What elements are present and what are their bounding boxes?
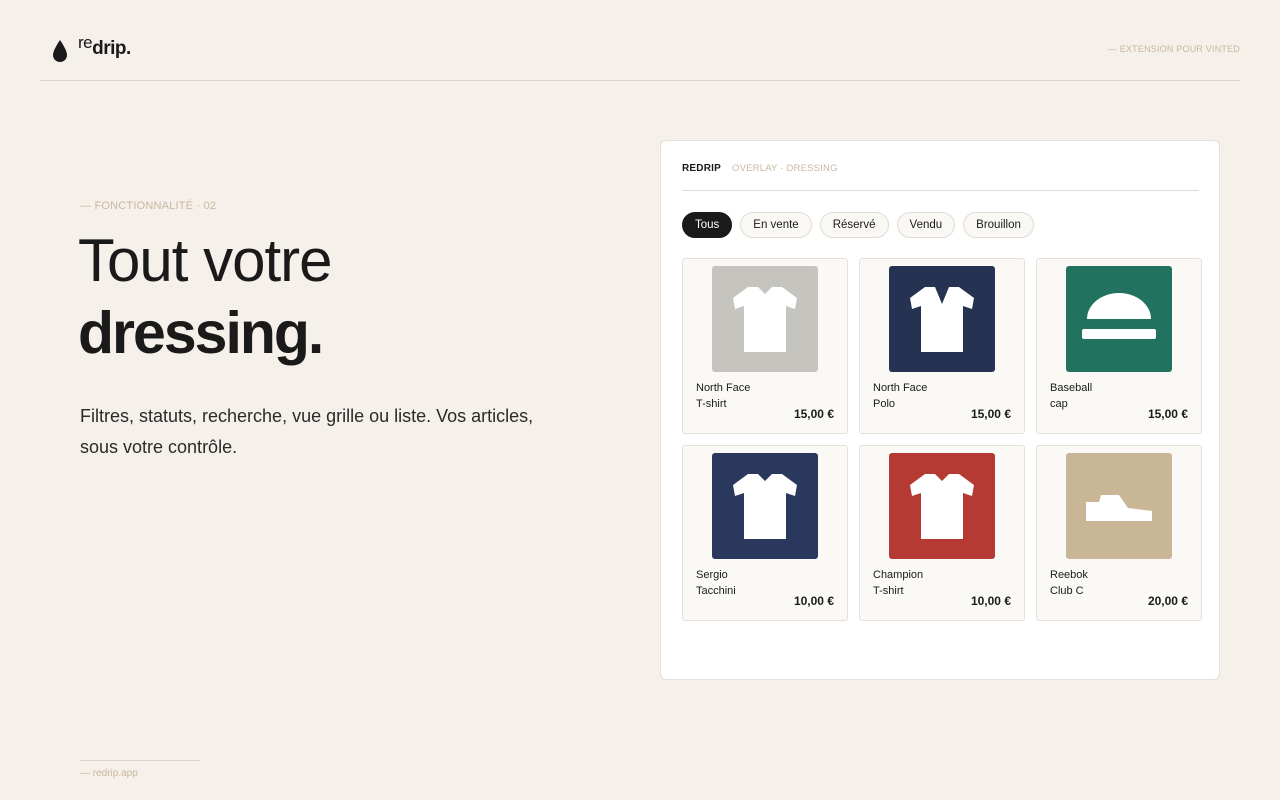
item-price: 10,00 € [793,594,834,608]
logo-wordmark: re drip. [78,33,131,60]
item-title-line2: Tacchini [696,585,736,597]
item-title-line1: Sergio [696,569,728,581]
filter-chip-tous[interactable]: Tous [682,212,733,238]
header-tag: — EXTENSION POUR VINTED [1107,44,1240,54]
tshirt-icon [889,453,995,559]
item-title-line1: Baseball [1050,382,1093,394]
hero-title-light: Tout votre [78,227,332,294]
item-price: 15,00 € [970,407,1011,421]
item-thumbnail [712,266,818,372]
cap-icon [1066,266,1172,372]
filter-chip-brouillon[interactable]: Brouillon [963,212,1034,238]
item-thumbnail [889,453,995,559]
item-card[interactable]: Champion T-shirt 10,00 € [859,445,1025,621]
item-card[interactable]: North Face Polo 15,00 € [859,258,1025,434]
hero-title-bold: dressing. [78,300,324,366]
status-filters: Tous En vente Réservé Vendu Brouillon [682,212,1034,238]
footer-site: — redrip.app [80,768,138,779]
item-title-line1: Champion [873,569,924,581]
logo-re: re [78,33,93,52]
filter-chip-r-serv-[interactable]: Réservé [819,212,889,238]
item-title-line1: Reebok [1050,569,1088,581]
item-thumbnail [1066,453,1172,559]
item-title: Reebok Club C [1050,567,1130,599]
item-title-line2: T-shirt [873,585,904,597]
filter-chip-vendu[interactable]: Vendu [896,212,956,238]
panel-brand: REDRIP [682,163,721,174]
item-card[interactable]: Baseball cap 15,00 € [1036,258,1202,434]
item-thumbnail [1066,266,1172,372]
item-price: 10,00 € [970,594,1011,608]
polo-icon [889,266,995,372]
item-title: Sergio Tacchini [696,567,776,599]
item-price: 15,00 € [1147,407,1188,421]
item-thumbnail [712,453,818,559]
dressing-overlay-panel: REDRIP OVERLAY · DRESSING Tous En vente Ré… [660,140,1220,680]
item-card[interactable]: Reebok Club C 20,00 € [1036,445,1202,621]
item-title: North Face Polo [873,380,953,412]
item-price: 15,00 € [793,407,834,421]
logo[interactable]: re drip. [53,33,131,62]
item-thumbnail [889,266,995,372]
panel-subtitle: OVERLAY · DRESSING [732,163,838,174]
feature-kicker: — FONCTIONNALITÉ · 02 [80,200,217,212]
item-title: Baseball cap [1050,380,1130,412]
item-title-line2: Club C [1050,585,1084,597]
item-title: North Face T-shirt [696,380,776,412]
tshirt-icon [712,453,818,559]
footer-divider [80,760,200,761]
logo-drip: drip. [92,38,131,59]
item-card[interactable]: North Face T-shirt 15,00 € [682,258,848,434]
item-title-line2: T-shirt [696,398,727,410]
top-header: re drip. — EXTENSION POUR VINTED [40,0,1240,81]
items-grid: North Face T-shirt 15,00 € North Face Polo 15… [682,258,1202,621]
filter-chip-en-vente[interactable]: En vente [740,212,812,238]
item-title-line2: Polo [873,398,896,410]
item-title-line2: cap [1050,398,1068,410]
item-title: Champion T-shirt [873,567,953,599]
hero-description: Filtres, statuts, recherche, vue grille … [80,406,534,457]
panel-header: REDRIP OVERLAY · DRESSING [682,162,1199,191]
item-price: 20,00 € [1147,594,1188,608]
item-card[interactable]: Sergio Tacchini 10,00 € [682,445,848,621]
tshirt-icon [712,266,818,372]
item-title-line1: North Face [696,382,751,394]
sneaker-icon [1066,453,1172,559]
item-title-line1: North Face [873,382,928,394]
drop-icon [53,40,67,62]
